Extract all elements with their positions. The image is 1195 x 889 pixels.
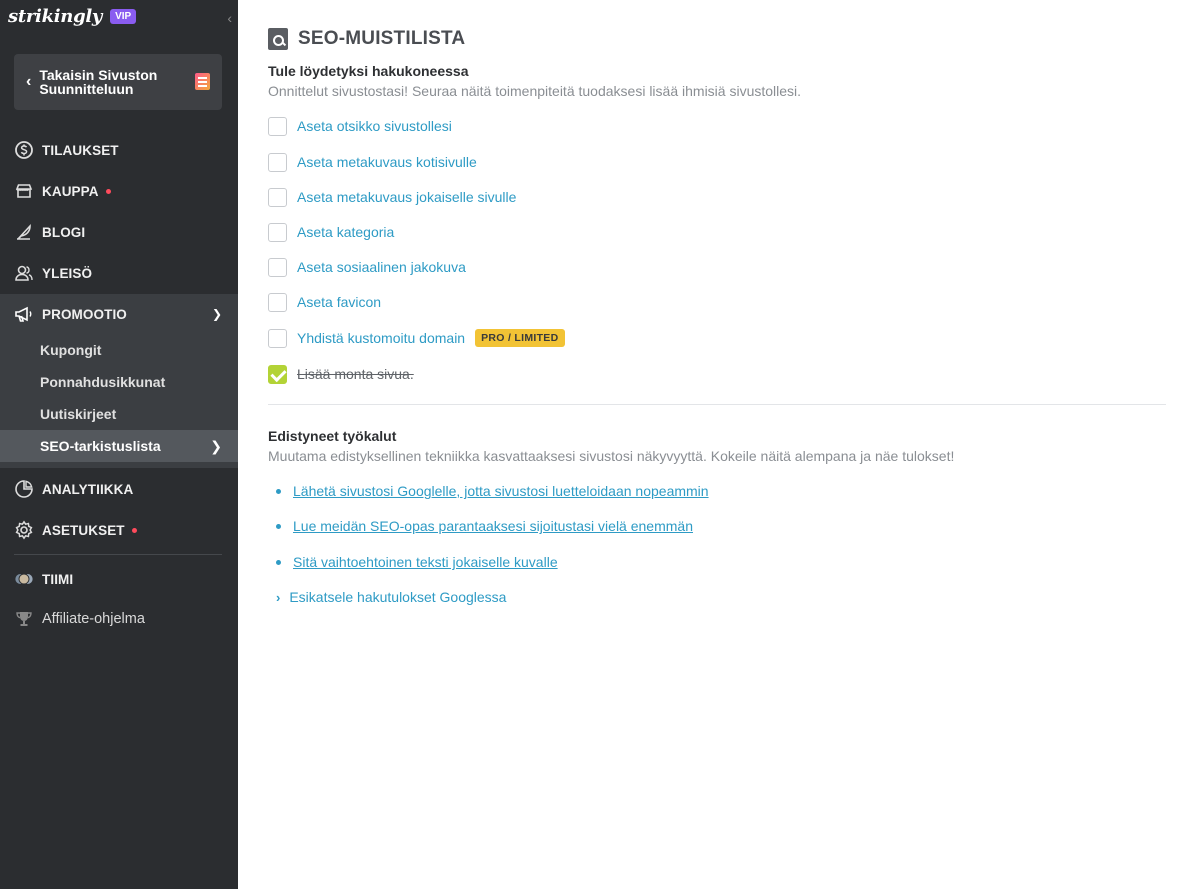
checkbox[interactable] [268, 116, 287, 136]
checklist-item[interactable]: Aseta metakuvaus kotisivulle [268, 151, 477, 173]
sub-item-label: SEO-tarkistuslista [40, 438, 161, 454]
sub-item-coupons[interactable]: Kupongit [0, 334, 238, 366]
brand[interactable]: strikingly VIP [8, 6, 137, 27]
checklist-item-label[interactable]: Aseta sosiaalinen jakokuva [297, 259, 466, 275]
checklist-item-label[interactable]: Aseta kategoria [297, 224, 394, 240]
checklist-item[interactable]: Aseta otsikko sivustollesi [268, 115, 452, 137]
checklist-item[interactable]: Aseta favicon [268, 291, 381, 313]
pie-chart-icon [14, 479, 34, 499]
advanced-link-item: Lähetä sivustosi Googlelle, jotta sivust… [276, 483, 709, 499]
nav-item-store[interactable]: KAUPPA [0, 171, 238, 211]
nav-item-promotion[interactable]: PROMOOTIO ❯ [0, 294, 238, 334]
checklist-item-label[interactable]: Aseta favicon [297, 294, 381, 310]
nav-item-label: TILAUKSET [42, 142, 119, 158]
nav-item-label: Affiliate-ohjelma [42, 611, 145, 627]
bullet [276, 488, 281, 494]
sidebar-divider [14, 554, 222, 555]
trophy-icon [14, 609, 34, 629]
nav-item-orders[interactable]: TILAUKSET [0, 130, 238, 170]
advanced-link-item: Sitä vaihtoehtoinen teksti jokaiselle ku… [276, 554, 558, 570]
chevron-down-icon: ❯ [211, 307, 222, 321]
advanced-heading: Edistyneet työkalut [268, 428, 397, 444]
bullet [276, 559, 281, 565]
sub-item-newsletters[interactable]: Uutiskirjeet [0, 398, 238, 430]
team-avatars-icon [14, 569, 34, 589]
pro-limited-badge: PRO / LIMITED [475, 329, 565, 347]
checklist-item[interactable]: Aseta metakuvaus jokaiselle sivulle [268, 186, 516, 208]
checklist-item-label[interactable]: Yhdistä kustomoitu domain [297, 330, 465, 346]
nav-item-affiliate[interactable]: Affiliate-ohjelma [0, 599, 238, 639]
nav-item-label: BLOGI [42, 224, 86, 240]
notification-dot [131, 527, 137, 533]
checkbox[interactable] [268, 222, 287, 242]
nav-item-team[interactable]: TIIMI [0, 559, 238, 599]
brand-logo: strikingly [8, 6, 103, 27]
back-to-editor-button[interactable]: ‹ Takaisin Sivuston Suunnitteluun [14, 54, 222, 110]
nav-item-settings[interactable]: ASETUKSET [0, 510, 238, 550]
feather-pen-icon [14, 222, 34, 242]
megaphone-icon [14, 304, 34, 324]
advanced-subtitle: Muutama edistyksellinen tekniikka kasvat… [268, 448, 955, 464]
checklist-item-label[interactable]: Aseta metakuvaus kotisivulle [297, 154, 477, 170]
seo-search-icon [268, 28, 288, 50]
checklist-item[interactable]: Aseta kategoria [268, 221, 394, 243]
nav-item-label: ANALYTIIKKA [42, 481, 134, 497]
promotion-group: PROMOOTIO ❯ Kupongit Ponnahdusikkunat Uu… [0, 294, 238, 468]
checklist-item[interactable]: Lisää monta sivua. [268, 363, 414, 385]
nav-item-blog[interactable]: BLOGI [0, 212, 238, 252]
chevron-left-icon: ‹ [26, 73, 32, 90]
checkbox[interactable] [268, 257, 287, 277]
seo-guide-link[interactable]: Lue meidän SEO-opas parantaaksesi sijoit… [293, 518, 693, 534]
nav-item-label: ASETUKSET [42, 522, 125, 538]
bullet [276, 523, 281, 529]
advanced-link-item: Lue meidän SEO-opas parantaaksesi sijoit… [276, 518, 693, 534]
checkbox-checked[interactable] [268, 364, 287, 384]
submit-to-google-link[interactable]: Lähetä sivustosi Googlelle, jotta sivust… [293, 483, 709, 499]
preview-google-results-label: Esikatsele hakutulokset Googlessa [289, 589, 507, 605]
users-icon [14, 263, 34, 283]
found-subtitle: Onnittelut sivustostasi! Seuraa näitä to… [268, 83, 802, 99]
checkbox[interactable] [268, 292, 287, 312]
checklist-item[interactable]: Yhdistä kustomoitu domain PRO / LIMITED [268, 327, 565, 349]
checkbox[interactable] [268, 187, 287, 207]
alt-text-link[interactable]: Sitä vaihtoehtoinen teksti jokaiselle ku… [293, 554, 558, 570]
editor-page-icon [195, 73, 210, 90]
vip-badge: VIP [110, 9, 137, 24]
gear-icon [14, 520, 34, 540]
nav-item-label: TIIMI [42, 571, 74, 587]
checklist-item-label: Lisää monta sivua. [297, 366, 414, 382]
page-title: SEO-MUISTILISTA [298, 28, 466, 49]
notification-dot [105, 188, 111, 194]
nav-item-label: KAUPPA [42, 183, 99, 199]
sidebar: strikingly VIP ‹ ‹ Takaisin Sivuston Suu… [0, 0, 238, 889]
sub-item-popups[interactable]: Ponnahdusikkunat [0, 366, 238, 398]
nav-item-label: PROMOOTIO [42, 306, 127, 322]
checkbox[interactable] [268, 152, 287, 172]
nav-item-audience[interactable]: YLEISÖ [0, 253, 238, 293]
checklist-item-label[interactable]: Aseta otsikko sivustollesi [297, 118, 452, 134]
collapse-sidebar-icon[interactable]: ‹ [227, 10, 232, 26]
checklist-item[interactable]: Aseta sosiaalinen jakokuva [268, 256, 466, 278]
nav-item-analytics[interactable]: ANALYTIIKKA [0, 469, 238, 509]
dollar-circle-icon [14, 140, 34, 160]
preview-google-results-toggle[interactable]: › Esikatsele hakutulokset Googlessa [276, 589, 506, 605]
back-to-editor-label: Takaisin Sivuston Suunnitteluun [39, 67, 158, 97]
section-divider [268, 404, 1166, 405]
checklist-item-label[interactable]: Aseta metakuvaus jokaiselle sivulle [297, 189, 516, 205]
page-header: SEO-MUISTILISTA [268, 28, 465, 50]
found-heading: Tule löydetyksi hakukoneessa [268, 63, 469, 79]
checkbox[interactable] [268, 328, 287, 348]
store-icon [14, 181, 34, 201]
nav-item-label: YLEISÖ [42, 265, 93, 281]
chevron-right-icon: › [276, 589, 281, 605]
chevron-right-icon: ❯ [210, 437, 222, 454]
sub-item-seo-checklist[interactable]: SEO-tarkistuslista ❯ [0, 430, 238, 462]
